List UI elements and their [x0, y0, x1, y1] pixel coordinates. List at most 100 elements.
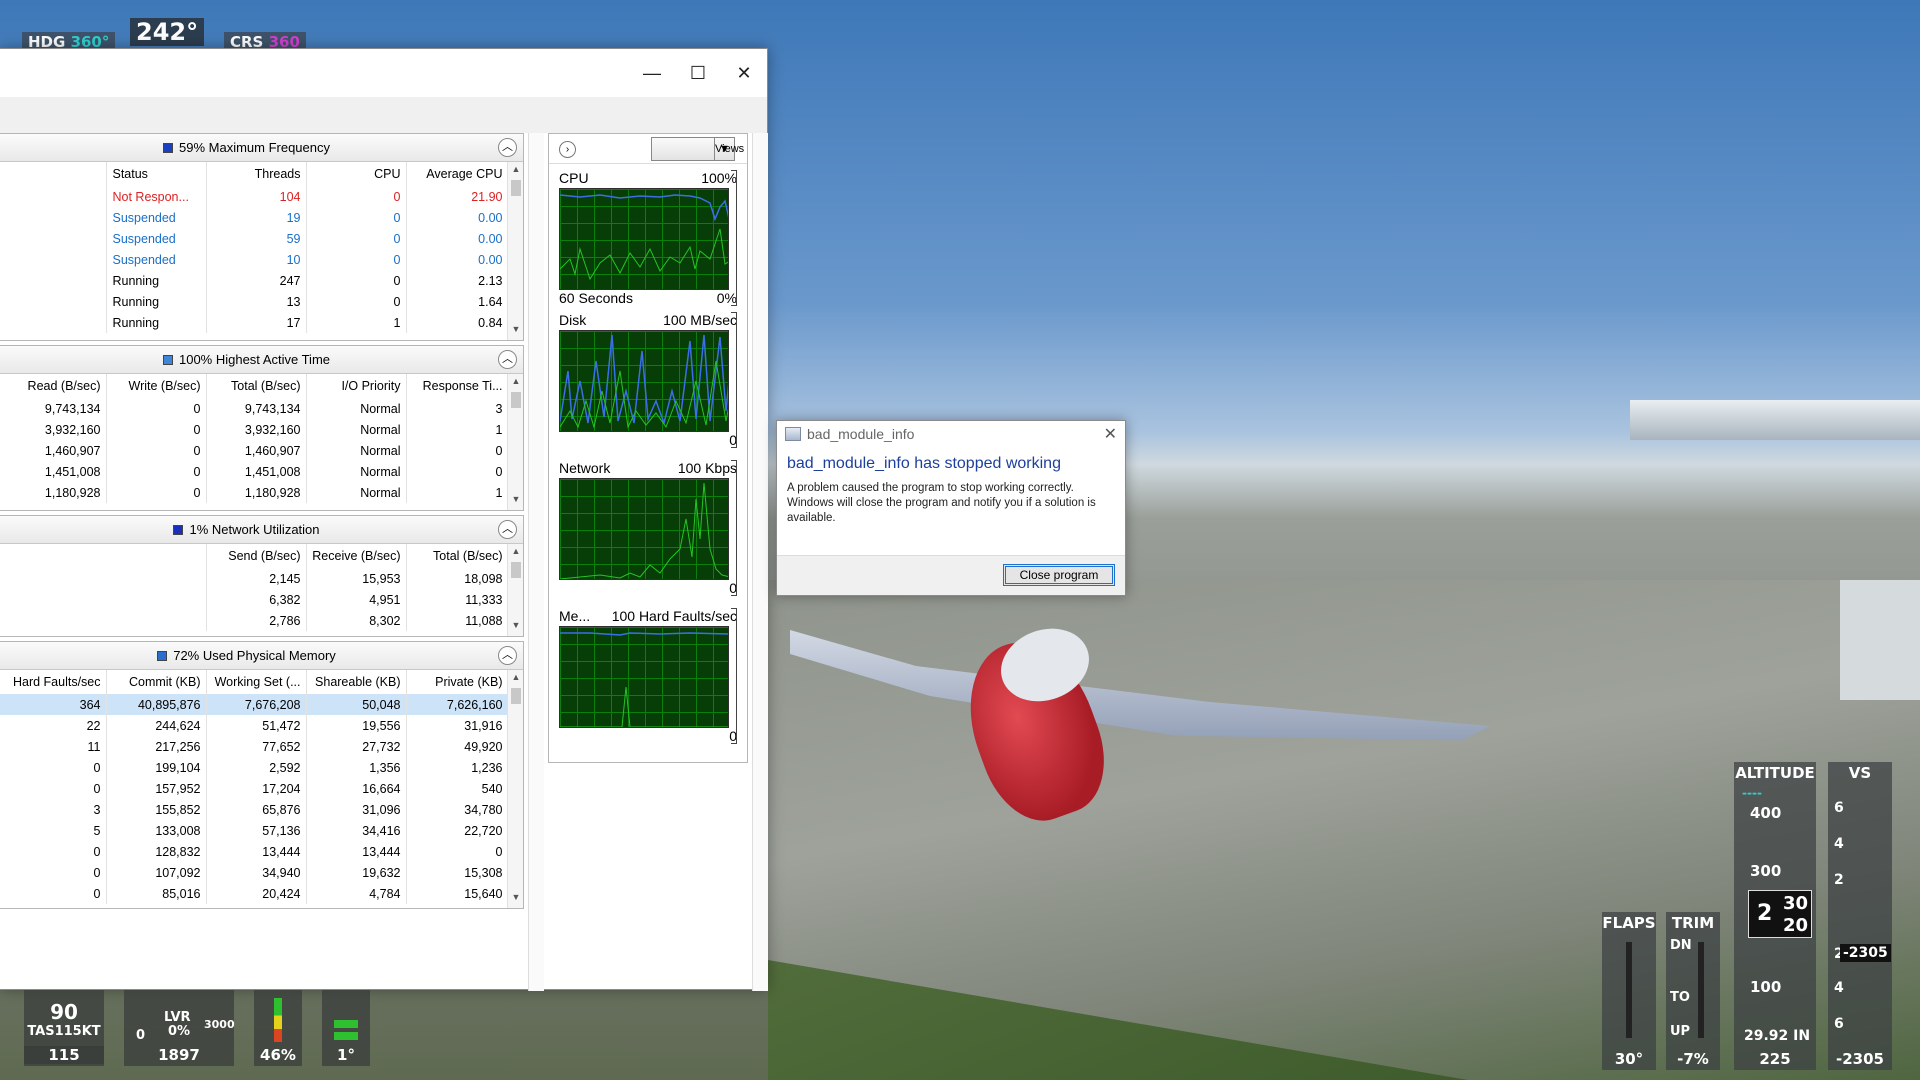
table-row[interactable]: 3 155,852 65,876 31,096 34,780	[0, 799, 509, 820]
col-send[interactable]: Send (B/sec)	[206, 544, 307, 568]
col-shareable[interactable]: Shareable (KB)	[306, 670, 407, 694]
collapse-memory-icon[interactable]: ︿	[498, 646, 517, 665]
network-panel-header[interactable]: 1% Network Utilization ︿	[0, 516, 523, 544]
col-working-set[interactable]: Working Set (...	[206, 670, 307, 694]
table-row[interactable]: 6,382 4,951 11,333	[0, 589, 509, 610]
dialog-titlebar: bad_module_info ✕	[777, 421, 1125, 449]
vs-bottom-readout: -2305	[1828, 1048, 1892, 1070]
table-row[interactable]: 1,460,907 0 1,460,907 Normal 0	[0, 440, 509, 461]
views-dropdown[interactable]: Views ▼	[651, 137, 744, 161]
table-row[interactable]: 1,451,008 0 1,451,008 Normal 0	[0, 461, 509, 482]
response-cell: 0	[406, 440, 509, 461]
table-row[interactable]: 0 128,832 13,444 13,444 0	[0, 841, 509, 862]
write-cell: 0	[106, 482, 207, 503]
collapse-network-icon[interactable]: ︿	[498, 520, 517, 539]
table-row[interactable]: 22 244,624 51,472 19,556 31,916	[0, 715, 509, 736]
error-dialog: bad_module_info ✕ bad_module_info has st…	[776, 420, 1126, 596]
table-row[interactable]: 0 107,092 34,940 19,632 15,308	[0, 862, 509, 883]
col-response-time[interactable]: Response Ti...	[406, 374, 509, 398]
memory-graph	[559, 626, 729, 728]
col-write[interactable]: Write (B/sec)	[106, 374, 207, 398]
io-priority-cell: Normal	[306, 461, 407, 482]
minimize-button[interactable]: —	[629, 57, 675, 89]
col-threads[interactable]: Threads	[206, 162, 307, 186]
receive-cell: 4,951	[306, 589, 407, 610]
maximize-button[interactable]: ☐	[675, 57, 721, 89]
total-cell: 1,451,008	[206, 461, 307, 482]
process-name-cell	[0, 610, 207, 631]
cpu-graph-title: CPU	[559, 170, 589, 186]
memory-panel-header[interactable]: 72% Used Physical Memory ︿	[0, 642, 523, 670]
network-scrollbar[interactable]: ▲ ▼	[507, 544, 523, 636]
expand-arrow-icon[interactable]: ›	[559, 141, 576, 158]
close-button[interactable]: ✕	[721, 57, 767, 89]
rpm-value: 1897	[158, 1046, 200, 1064]
table-row[interactable]: Suspended 59 0 0.00	[0, 228, 509, 249]
cpu-graph-card: CPU 100% 60 Seconds 0%	[559, 170, 737, 308]
cpu-scrollbar[interactable]: ▲ ▼	[507, 162, 523, 340]
working-set-cell: 77,652	[206, 736, 307, 757]
col-average-cpu[interactable]: Average CPU	[406, 162, 509, 186]
dialog-footer: Close program	[777, 555, 1125, 595]
memory-scrollbar[interactable]: ▲ ▼	[507, 670, 523, 908]
shareable-cell: 19,632	[306, 862, 407, 883]
table-row[interactable]: 364 40,895,876 7,676,208 50,048 7,626,160	[0, 694, 509, 715]
working-set-cell: 51,472	[206, 715, 307, 736]
col-read[interactable]: Read (B/sec)	[0, 374, 107, 398]
table-row[interactable]: 0 199,104 2,592 1,356 1,236	[0, 757, 509, 778]
table-row[interactable]: 11 217,256 77,652 27,732 49,920	[0, 736, 509, 757]
graphs-scrollbar[interactable]	[752, 133, 768, 991]
col-private[interactable]: Private (KB)	[406, 670, 509, 694]
status-cell: Suspended	[106, 207, 207, 228]
close-program-button[interactable]: Close program	[1003, 564, 1115, 586]
cpu-swatch	[163, 143, 173, 153]
trim-up: UP	[1670, 1024, 1691, 1039]
table-row[interactable]: Running 247 0 2.13	[0, 270, 509, 291]
table-row[interactable]: 2,145 15,953 18,098	[0, 568, 509, 589]
table-row[interactable]: 9,743,134 0 9,743,134 Normal 3	[0, 398, 509, 419]
trim-dn: DN	[1670, 938, 1692, 953]
collapse-cpu-icon[interactable]: ︿	[498, 138, 517, 157]
working-set-cell: 13,444	[206, 841, 307, 862]
col-total[interactable]: Total (B/sec)	[206, 374, 307, 398]
alt-tick-400: 400	[1750, 804, 1782, 822]
col-cpu[interactable]: CPU	[306, 162, 407, 186]
read-cell: 9,743,134	[0, 398, 107, 419]
table-row[interactable]: Suspended 10 0 0.00	[0, 249, 509, 270]
write-cell: 0	[106, 440, 207, 461]
disk-panel-header[interactable]: 100% Highest Active Time ︿	[0, 346, 523, 374]
table-row[interactable]: 5 133,008 57,136 34,416 22,720	[0, 820, 509, 841]
rpm-max: 3000	[204, 1018, 235, 1031]
hard-faults-cell: 5	[0, 820, 107, 841]
table-row[interactable]: 3,932,160 0 3,932,160 Normal 1	[0, 419, 509, 440]
vs-readout: -2305	[1840, 944, 1891, 962]
table-row[interactable]: Running 13 0 1.64	[0, 291, 509, 312]
col-status[interactable]: Status	[106, 162, 207, 186]
collapse-disk-icon[interactable]: ︿	[498, 350, 517, 369]
table-row[interactable]: 2,786 8,302 11,088	[0, 610, 509, 631]
col-hard-faults[interactable]: Hard Faults/sec	[0, 670, 107, 694]
col-net-total[interactable]: Total (B/sec)	[406, 544, 509, 568]
table-row[interactable]: 0 157,952 17,204 16,664 540	[0, 778, 509, 799]
trim-gauge: TRIM DN TO UP	[1666, 912, 1720, 1048]
alt-tick-100: 100	[1750, 978, 1782, 996]
panels-scrollbar[interactable]	[528, 133, 544, 991]
col-receive[interactable]: Receive (B/sec)	[306, 544, 407, 568]
col-commit[interactable]: Commit (KB)	[106, 670, 207, 694]
cpu-panel-header[interactable]: 59% Maximum Frequency ︿	[0, 134, 523, 162]
table-row[interactable]: 1,180,928 0 1,180,928 Normal 1	[0, 482, 509, 503]
working-set-cell: 2,592	[206, 757, 307, 778]
col-io-priority[interactable]: I/O Priority	[306, 374, 407, 398]
disk-swatch	[162, 355, 173, 365]
cpu-cell: 0	[306, 249, 407, 270]
dialog-close-icon[interactable]: ✕	[1104, 424, 1117, 444]
commit-cell: 199,104	[106, 757, 207, 778]
table-row[interactable]: 0 85,016 20,424 4,784 15,640	[0, 883, 509, 904]
table-row[interactable]: Not Respon... 104 0 21.90	[0, 186, 509, 207]
disk-scrollbar[interactable]: ▲ ▼	[507, 374, 523, 510]
table-row[interactable]: Suspended 19 0 0.00	[0, 207, 509, 228]
disk-graph-max: 100 MB/sec	[663, 312, 737, 328]
avg-cpu-cell: 0.00	[406, 228, 509, 249]
table-row[interactable]: Running 17 1 0.84	[0, 312, 509, 333]
hard-faults-cell: 3	[0, 799, 107, 820]
